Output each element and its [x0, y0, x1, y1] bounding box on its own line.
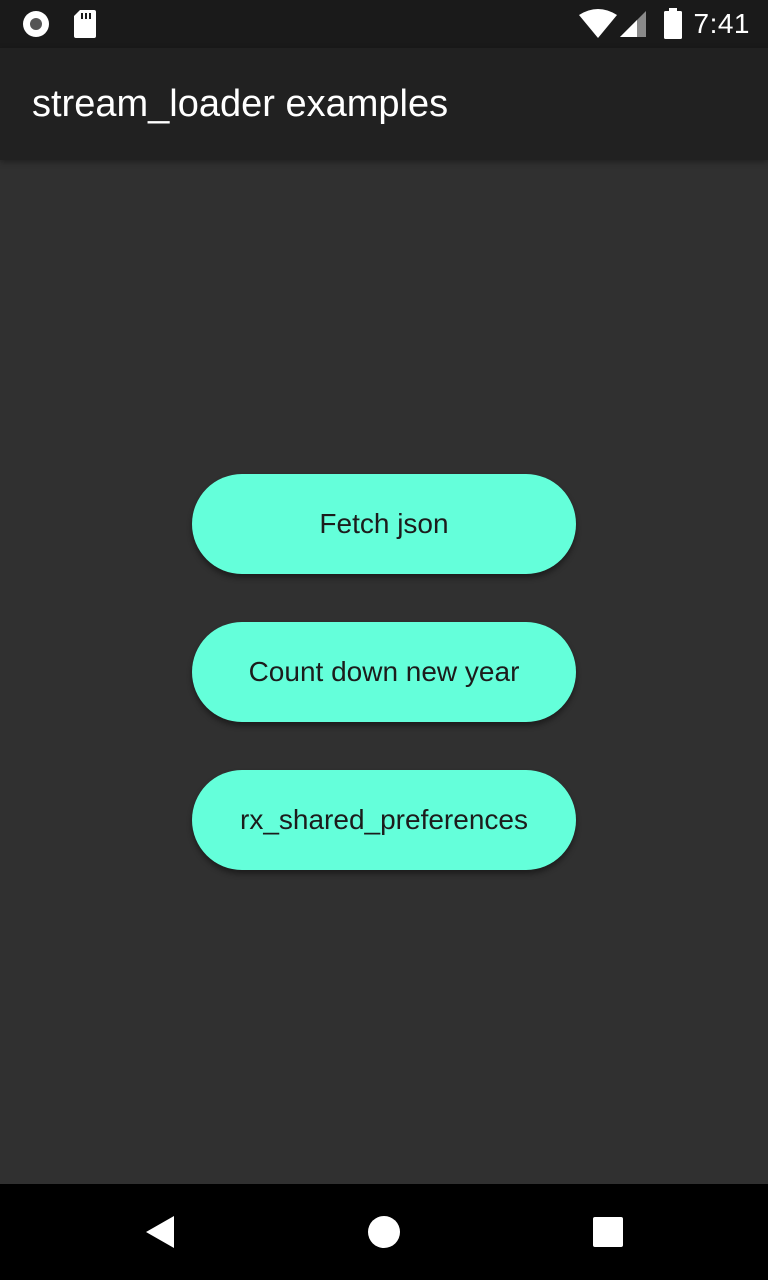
back-icon[interactable]: [120, 1184, 200, 1280]
navigation-bar: [0, 1184, 768, 1280]
battery-icon: [662, 0, 684, 48]
status-time: 7:41: [693, 8, 750, 39]
wifi-icon: [578, 0, 618, 48]
fetch-json-button[interactable]: Fetch json: [192, 474, 576, 574]
recents-icon[interactable]: [568, 1184, 648, 1280]
signal-icon: [618, 0, 648, 48]
content-area: Fetch json Count down new year rx_shared…: [0, 160, 768, 1184]
rx-shared-preferences-button[interactable]: rx_shared_preferences: [192, 770, 576, 870]
record-icon: [20, 0, 52, 48]
home-icon[interactable]: [344, 1184, 424, 1280]
app-title: stream_loader examples: [32, 83, 449, 125]
count-down-new-year-button[interactable]: Count down new year: [192, 622, 576, 722]
app-bar: stream_loader examples: [0, 48, 768, 160]
sd-card-icon: [72, 0, 98, 48]
status-bar: 7:41: [0, 0, 768, 48]
